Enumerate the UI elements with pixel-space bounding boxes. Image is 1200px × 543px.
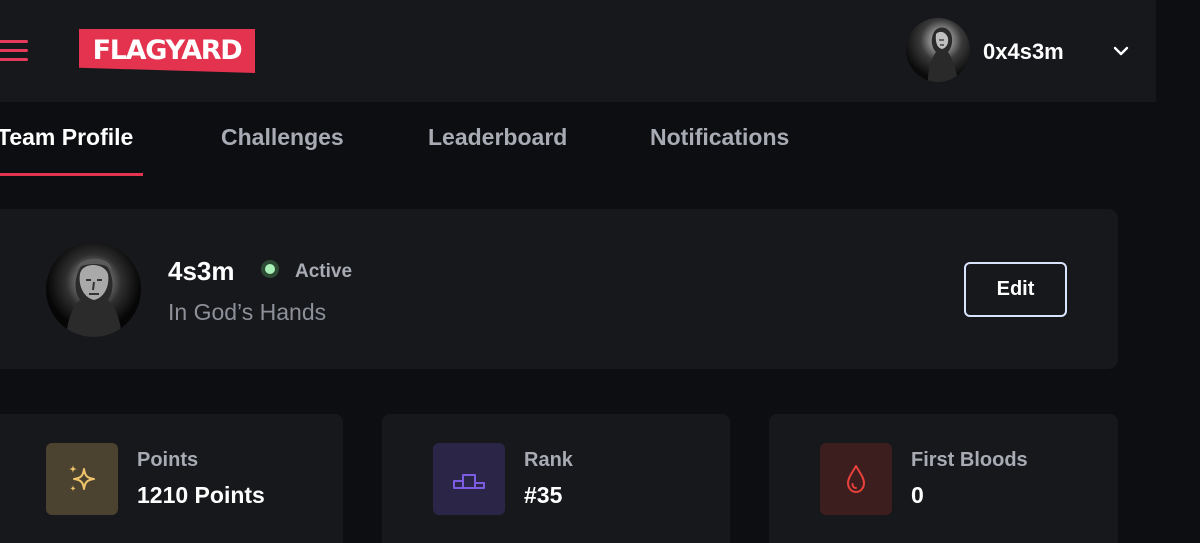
- logo[interactable]: FLAGYARD: [79, 29, 255, 73]
- stat-label: Points: [137, 449, 199, 471]
- edit-button[interactable]: Edit: [964, 262, 1067, 317]
- podium-icon: [453, 474, 485, 489]
- username: 0x4s3m: [983, 39, 1064, 64]
- status-indicator: [261, 260, 279, 278]
- first-bloods-icon-box: [820, 443, 892, 515]
- rank-icon-box: [433, 443, 505, 515]
- status-label: Active: [295, 261, 353, 282]
- stat-value: 1210 Points: [137, 482, 265, 508]
- sparkles-icon: [69, 465, 95, 492]
- user-avatar[interactable]: [906, 18, 970, 82]
- team-motto: In God’s Hands: [168, 299, 327, 325]
- logo-text: FLAGYARD: [92, 35, 243, 66]
- team-profile-card: 4s3m Active In God’s Hands Edit: [0, 209, 1118, 369]
- tab-bar: Team Profile Challenges Leaderboard Noti…: [0, 102, 1200, 178]
- chevron-down-icon[interactable]: [1111, 41, 1131, 61]
- top-bar: FLAGYARD 0x4s3m: [0, 0, 1156, 102]
- stat-card-first-bloods: First Bloods 0: [769, 414, 1118, 543]
- team-avatar: [46, 242, 141, 337]
- stat-value: 0: [911, 482, 924, 508]
- blood-drop-icon: [847, 465, 865, 493]
- user-menu[interactable]: 0x4s3m: [906, 18, 1142, 84]
- team-name: 4s3m: [168, 256, 235, 286]
- stat-label: Rank: [524, 449, 573, 471]
- tab-leaderboard[interactable]: Leaderboard: [428, 124, 567, 151]
- tab-challenges[interactable]: Challenges: [221, 124, 344, 151]
- stat-value: #35: [524, 482, 563, 508]
- stat-label: First Bloods: [911, 449, 1028, 471]
- active-tab-indicator: [0, 173, 143, 176]
- page: FLAGYARD 0x4s3m Team Profile Challenges …: [0, 0, 1200, 543]
- stat-card-rank: Rank #35: [382, 414, 730, 543]
- tab-notifications[interactable]: Notifications: [650, 124, 789, 151]
- tab-team-profile[interactable]: Team Profile: [0, 124, 133, 151]
- points-icon-box: [46, 443, 118, 515]
- stat-card-points: Points 1210 Points: [0, 414, 343, 543]
- menu-icon[interactable]: [0, 40, 28, 62]
